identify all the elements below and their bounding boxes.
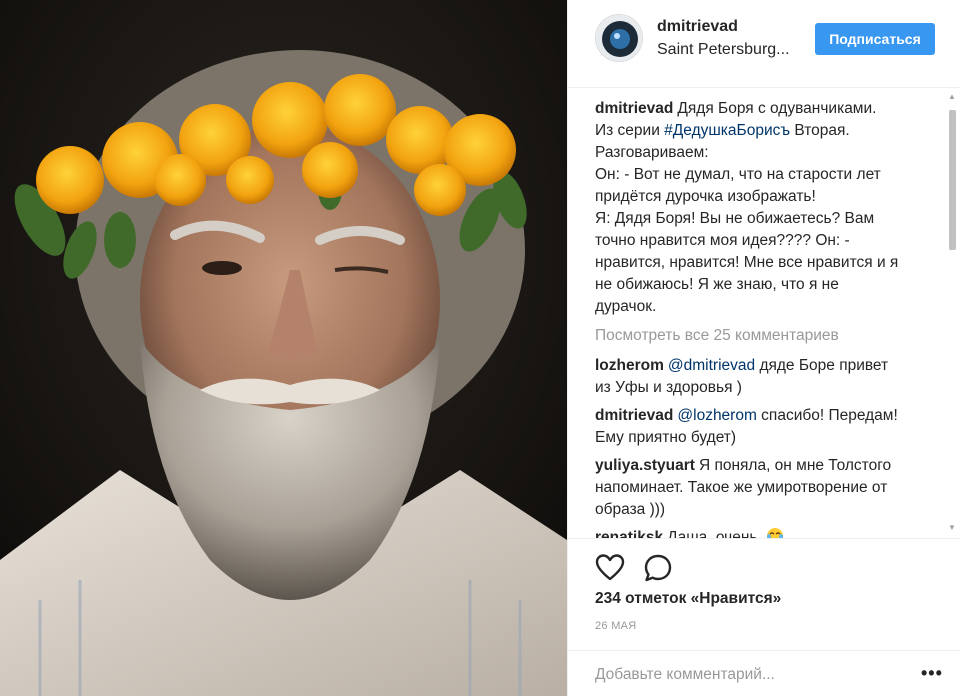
likes-count[interactable]: 234 отметок «Нравится» [595,590,781,608]
comment-line: lozherom @dmitrievad дяде Боре привет [595,355,925,377]
portrait-image [0,0,567,696]
crying-laughing-emoji-icon [766,528,783,538]
comment-author[interactable]: renatiksk [595,529,663,538]
comment-author[interactable]: yuliya.styuart [595,457,695,474]
add-comment-bar: ••• [568,650,960,696]
caption-line: не обижаюсь! Я же знаю, что я не [595,276,839,293]
comment-line: из Уфы и здоровья ) [595,379,742,396]
comment-line: renatiksk Даша, очень [595,527,925,538]
post-actions: 234 отметок «Нравится» 26 МАЯ [568,538,960,632]
comment-line: dmitrievad @lozherom спасибо! Передам! [595,405,925,427]
caption-line: Я: Дядя Боря! Вы не обижаетесь? Вам [595,210,875,227]
header-username[interactable]: dmitrievad [657,18,738,36]
comment-author[interactable]: dmitrievad [595,407,673,424]
comments-list[interactable]: dmitrievad Дядя Боря с одуванчиками. Из с… [595,98,925,538]
scrollbar-thumb[interactable] [949,110,956,250]
comment-text: спасибо! Передам! [756,407,898,424]
caption-author[interactable]: dmitrievad [595,100,673,117]
caption-line: Разговариваем: [595,144,709,161]
comment-text: Даша, очень [667,529,758,538]
follow-button[interactable]: Подписаться [815,23,935,55]
speech-bubble-icon[interactable] [643,553,673,583]
comments-scrollbar[interactable]: ▲ ▼ [947,90,957,534]
caption-text: Дядя Боря с одуванчиками. [677,100,877,117]
post-photo[interactable] [0,0,567,696]
comment-item: renatiksk Даша, очень [595,527,925,538]
hashtag-link[interactable]: #ДедушкаБорисъ [664,122,790,139]
comment-line: Ему приятно будет) [595,429,737,446]
view-all-comments-link[interactable]: Посмотреть все 25 комментариев [595,325,925,347]
post-caption: dmitrievad Дядя Боря с одуванчиками. Из с… [595,98,925,318]
comment-item: lozherom @dmitrievad дяде Боре привет из … [595,355,925,399]
caption-line: Он: - Вот не думал, что на старости лет [595,166,881,183]
comment-line: образа ))) [595,501,666,518]
comment-item: yuliya.styuart Я поняла, он мне Толстого … [595,455,925,521]
caption-line: придётся дурочка изображать! [595,188,816,205]
comment-text: Я поняла, он мне Толстого [698,457,892,474]
scroll-up-arrow-icon[interactable]: ▲ [948,92,956,101]
comment-text: дяде Боре привет [755,357,889,374]
caption-line: дурачок. [595,298,657,315]
post-date[interactable]: 26 МАЯ [595,620,637,632]
heart-outline-icon[interactable] [595,553,625,583]
caption-line: Из серии #ДедушкаБорисъ Вторая. [595,120,925,142]
caption-text: Вторая. [790,122,850,139]
comment-line: yuliya.styuart Я поняла, он мне Толстого [595,455,925,477]
instagram-post: dmitrievad Saint Petersburg... Подписать… [0,0,960,696]
action-icons [595,553,673,583]
comment-item: dmitrievad @lozherom спасибо! Передам! Ем… [595,405,925,449]
add-comment-input[interactable] [595,663,895,687]
caption-text: Из серии [595,122,665,139]
mention-link[interactable]: @dmitrievad [668,357,755,374]
ellipsis-icon[interactable]: ••• [921,663,943,684]
caption-line: dmitrievad Дядя Боря с одуванчиками. [595,98,925,120]
avatar[interactable] [595,14,643,62]
comment-line: напоминает. Такое же умиротворение от [595,479,888,496]
post-header: dmitrievad Saint Petersburg... Подписать… [568,0,960,88]
post-sidebar: dmitrievad Saint Petersburg... Подписать… [567,0,960,696]
comment-author[interactable]: lozherom [595,357,664,374]
caption-line: точно нравится моя идея???? Он: - [595,232,850,249]
scroll-down-arrow-icon[interactable]: ▼ [948,523,956,532]
mention-link[interactable]: @lozherom [677,407,756,424]
caption-line: нравится, нравится! Мне все нравится и я [595,254,899,271]
header-location[interactable]: Saint Petersburg... [657,41,790,59]
camera-lens-avatar-icon [596,15,642,61]
